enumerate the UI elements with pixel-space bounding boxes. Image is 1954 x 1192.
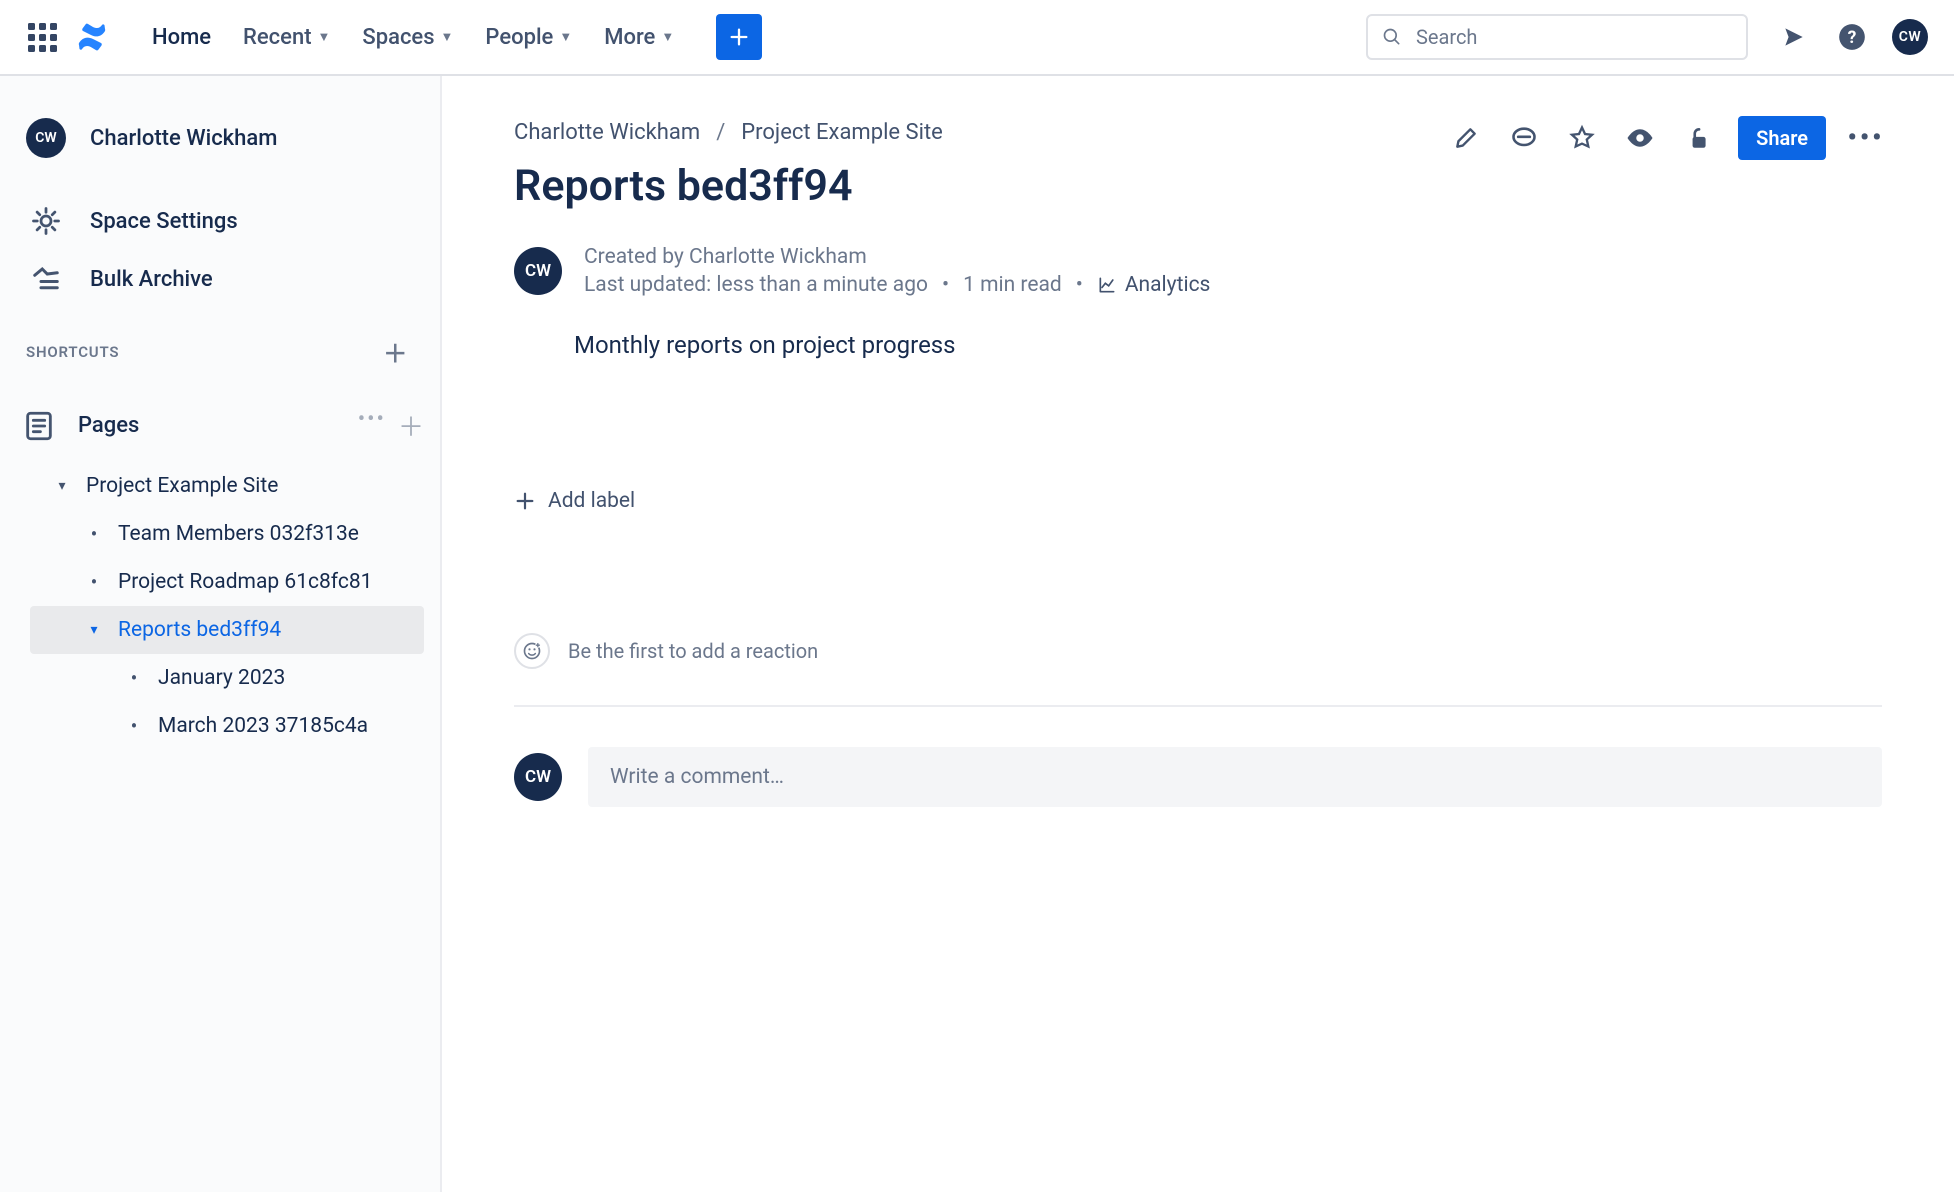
pages-header[interactable]: Pages ••• ＋ xyxy=(0,395,440,456)
bulk-archive-label: Bulk Archive xyxy=(90,267,213,292)
comment-input[interactable]: Write a comment… xyxy=(588,747,1882,807)
tree-item-reports[interactable]: ▾ Reports bed3ff94 xyxy=(30,606,424,654)
bullet-icon: • xyxy=(84,522,104,546)
bullet-icon: • xyxy=(124,666,144,690)
space-settings[interactable]: Space Settings xyxy=(0,192,440,250)
reactions: Be the first to add a reaction xyxy=(514,633,1882,707)
chevron-down-icon: ▼ xyxy=(441,29,454,45)
star-icon[interactable] xyxy=(1564,120,1600,156)
nav-people-label: People xyxy=(485,25,553,50)
tree-label: January 2023 xyxy=(158,666,414,690)
archive-icon xyxy=(26,264,66,294)
comment-icon[interactable] xyxy=(1506,120,1542,156)
read-time: 1 min read xyxy=(963,273,1062,297)
search-input[interactable] xyxy=(1416,25,1732,49)
pages-label: Pages xyxy=(78,413,139,438)
last-updated[interactable]: Last updated: less than a minute ago xyxy=(584,273,928,297)
tree-label: Project Example Site xyxy=(86,474,414,498)
tree-label: March 2023 37185c4a xyxy=(158,714,414,738)
breadcrumb-space[interactable]: Charlotte Wickham xyxy=(514,120,700,145)
chevron-down-icon: ▾ xyxy=(52,478,72,494)
created-by: Created by Charlotte Wickham xyxy=(584,245,1210,269)
nav-recent-label: Recent xyxy=(243,25,311,50)
reaction-prompt: Be the first to add a reaction xyxy=(568,639,818,663)
nav-spaces-label: Spaces xyxy=(362,25,434,50)
shortcuts-header: SHORTCUTS ＋ xyxy=(0,308,440,379)
page-title: Reports bed3ff94 xyxy=(514,161,1882,211)
page-actions: Share ••• xyxy=(1448,116,1884,160)
gear-icon xyxy=(26,206,66,236)
shortcuts-label: SHORTCUTS xyxy=(26,343,119,361)
tree-item-january[interactable]: • January 2023 xyxy=(30,654,424,702)
nav-recent[interactable]: Recent ▼ xyxy=(243,17,330,58)
tree-item-team-members[interactable]: • Team Members 032f313e xyxy=(30,510,424,558)
author-avatar[interactable]: CW xyxy=(514,247,562,295)
edit-icon[interactable] xyxy=(1448,120,1484,156)
comment-section: CW Write a comment… xyxy=(514,747,1882,807)
top-navigation: Home Recent ▼ Spaces ▼ People ▼ More ▼ ? CW xyxy=(0,0,1954,76)
byline: CW Created by Charlotte Wickham Last upd… xyxy=(514,245,1882,297)
comment-avatar: CW xyxy=(514,753,562,801)
confluence-logo-icon[interactable] xyxy=(76,17,116,57)
bullet-icon: • xyxy=(84,570,104,594)
bulk-archive[interactable]: Bulk Archive xyxy=(0,250,440,308)
tree-label: Team Members 032f313e xyxy=(118,522,414,546)
breadcrumb-parent[interactable]: Project Example Site xyxy=(741,120,943,145)
analytics-link[interactable]: Analytics xyxy=(1097,273,1211,297)
tree-item-space-root[interactable]: ▾ Project Example Site xyxy=(30,462,424,510)
app-switcher-icon[interactable] xyxy=(26,21,58,53)
watch-icon[interactable] xyxy=(1622,120,1658,156)
add-page-button[interactable]: ＋ xyxy=(398,407,424,444)
chevron-down-icon: ▾ xyxy=(84,622,104,638)
space-settings-label: Space Settings xyxy=(90,209,238,234)
separator-dot: • xyxy=(942,273,949,297)
pages-icon xyxy=(22,409,56,443)
chevron-down-icon: ▼ xyxy=(661,29,674,45)
analytics-label: Analytics xyxy=(1125,273,1211,297)
chevron-down-icon: ▼ xyxy=(318,29,331,45)
emoji-icon xyxy=(522,641,542,661)
analytics-icon xyxy=(1097,275,1117,295)
space-header[interactable]: CW Charlotte Wickham xyxy=(0,104,440,172)
chevron-down-icon: ▼ xyxy=(559,29,572,45)
tree-item-march[interactable]: • March 2023 37185c4a xyxy=(30,702,424,750)
pages-more-icon[interactable]: ••• xyxy=(358,407,386,444)
nav-more[interactable]: More ▼ xyxy=(604,17,674,58)
nav-home-label: Home xyxy=(152,25,211,50)
search-box[interactable] xyxy=(1366,14,1748,60)
space-name: Charlotte Wickham xyxy=(90,126,277,151)
nav-spaces[interactable]: Spaces ▼ xyxy=(362,17,453,58)
restrictions-icon[interactable] xyxy=(1680,120,1716,156)
nav-home[interactable]: Home xyxy=(152,17,211,58)
space-avatar: CW xyxy=(26,118,66,158)
create-button[interactable] xyxy=(716,14,762,60)
page-body: Monthly reports on project progress xyxy=(514,331,1882,359)
tree-label: Reports bed3ff94 xyxy=(118,618,414,642)
nav-people[interactable]: People ▼ xyxy=(485,17,572,58)
main-content: Charlotte Wickham / Project Example Site… xyxy=(442,76,1954,1192)
add-shortcut-button[interactable]: ＋ xyxy=(377,334,414,369)
more-actions-icon[interactable]: ••• xyxy=(1848,120,1884,156)
bullet-icon: • xyxy=(124,714,144,738)
add-label-text: Add label xyxy=(548,489,635,513)
user-avatar[interactable]: CW xyxy=(1892,19,1928,55)
add-label-button[interactable]: Add label xyxy=(514,489,1882,513)
breadcrumb-separator: / xyxy=(716,120,725,145)
nav-more-label: More xyxy=(604,25,655,50)
help-icon[interactable]: ? xyxy=(1834,19,1870,55)
plus-icon xyxy=(728,26,750,48)
search-icon xyxy=(1382,27,1402,47)
separator-dot: • xyxy=(1076,273,1083,297)
page-tree: ▾ Project Example Site • Team Members 03… xyxy=(0,456,440,756)
plus-icon xyxy=(514,490,536,512)
share-button[interactable]: Share xyxy=(1738,116,1826,160)
nav-items: Home Recent ▼ Spaces ▼ People ▼ More ▼ xyxy=(152,17,674,58)
tree-label: Project Roadmap 61c8fc81 xyxy=(118,570,414,594)
add-reaction-button[interactable] xyxy=(514,633,550,669)
sidebar: CW Charlotte Wickham Space Settings Bulk… xyxy=(0,76,442,1192)
tree-item-project-roadmap[interactable]: • Project Roadmap 61c8fc81 xyxy=(30,558,424,606)
svg-text:?: ? xyxy=(1848,28,1857,48)
notifications-icon[interactable] xyxy=(1776,19,1812,55)
